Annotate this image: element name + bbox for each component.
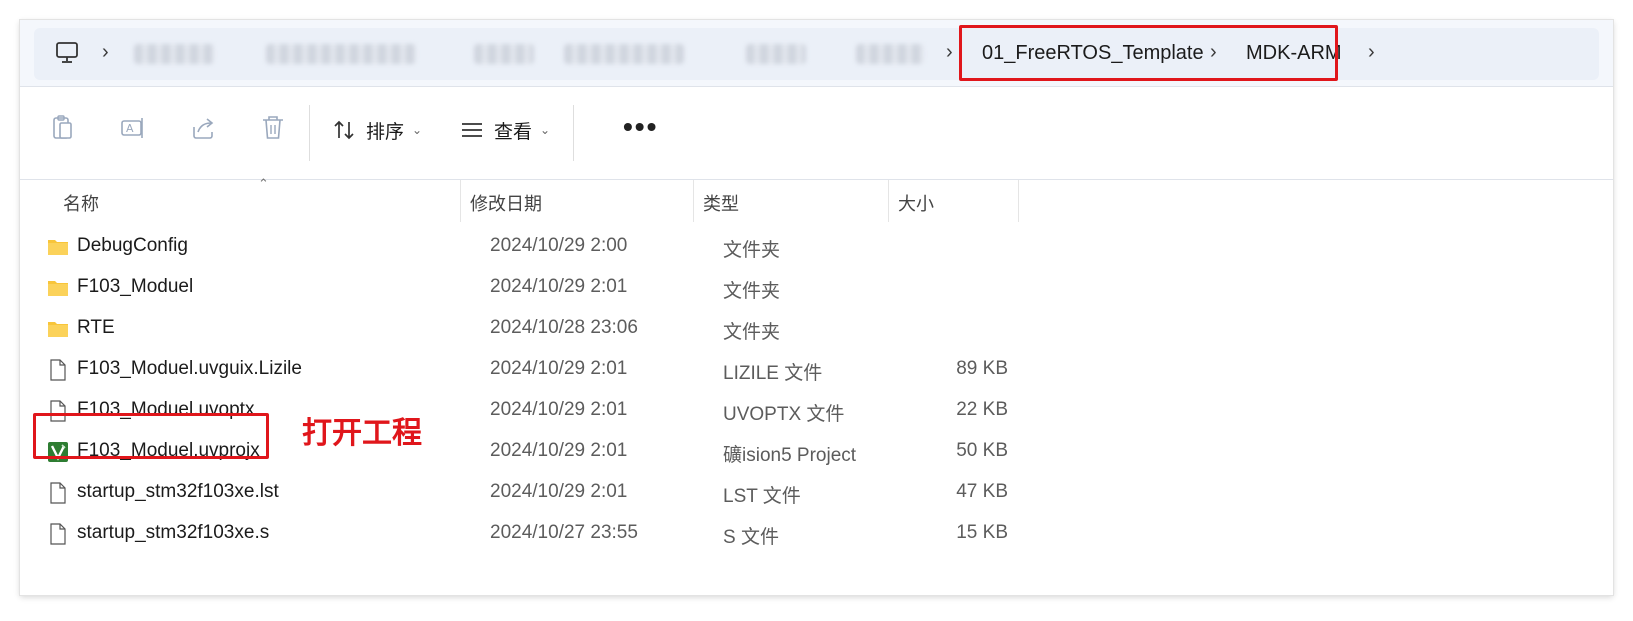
command-bar: A 排序 ⌄ 查看 ⌄ ••• [20,87,1613,180]
file-date: 2024/10/29 2:01 [490,276,628,297]
file-date: 2024/10/29 2:01 [490,440,628,461]
column-header-type[interactable]: 类型 [703,190,739,216]
paste-icon[interactable] [48,113,78,143]
file-date: 2024/10/28 23:06 [490,317,638,338]
view-button[interactable]: 查看 ⌄ [460,115,550,145]
blurred-breadcrumb [474,44,534,64]
sort-button[interactable]: 排序 ⌄ [332,115,422,145]
list-item[interactable]: startup_stm32f103xe.s 2024/10/27 23:55 S… [20,513,1613,555]
toolbar-divider [309,105,310,161]
file-date: 2024/10/29 2:01 [490,481,628,502]
file-size: 15 KB [956,522,1008,543]
file-type: LST 文件 [723,486,801,507]
sort-ascending-icon: ⌃ [258,176,269,191]
file-date: 2024/10/27 23:55 [490,522,638,543]
chevron-right-icon[interactable]: › [946,41,953,64]
file-date: 2024/10/29 2:00 [490,235,628,256]
file-icon [50,359,66,381]
blurred-breadcrumb [134,44,214,64]
list-item[interactable]: F103_Moduel 2024/10/29 2:01 文件夹 [20,267,1613,309]
svg-text:A: A [126,122,134,135]
chevron-down-icon: ⌄ [540,123,551,137]
file-type: 文件夹 [723,281,781,302]
file-icon [50,523,66,545]
view-list-icon [462,123,482,137]
chevron-right-icon[interactable]: › [102,41,109,64]
column-header-row: ⌃ 名称 修改日期 类型 大小 [20,176,1613,222]
column-header-name[interactable]: 名称 [63,190,99,216]
file-name: RTE [77,317,115,338]
blurred-breadcrumb [564,44,684,64]
delete-icon[interactable] [258,113,288,143]
list-item[interactable]: DebugConfig 2024/10/29 2:00 文件夹 [20,226,1613,268]
share-icon[interactable] [188,113,218,143]
file-name: DebugConfig [77,235,188,256]
folder-icon [48,240,68,255]
file-type: UVOPTX 文件 [723,404,845,425]
sort-label: 排序 [366,121,405,143]
file-size: 47 KB [956,481,1008,502]
column-divider[interactable] [460,180,461,222]
list-item[interactable]: startup_stm32f103xe.lst 2024/10/29 2:01 … [20,472,1613,514]
column-divider[interactable] [693,180,694,222]
view-label: 查看 [494,121,533,143]
list-item[interactable]: RTE 2024/10/28 23:06 文件夹 [20,308,1613,350]
column-header-size[interactable]: 大小 [898,190,934,216]
file-type: 文件夹 [723,240,781,261]
sort-icon [334,120,354,140]
file-size: 22 KB [956,399,1008,420]
file-name: F103_Moduel [77,276,194,297]
this-pc-icon[interactable] [54,40,80,66]
explorer-window: › › 01_FreeRTOS_Template › MDK-ARM › A 排… [20,20,1613,595]
list-item[interactable]: F103_Moduel.uvguix.Lizile 2024/10/29 2:0… [20,349,1613,391]
file-date: 2024/10/29 2:01 [490,399,628,420]
blurred-breadcrumb [266,44,416,64]
file-type: LIZILE 文件 [723,363,823,384]
file-name: F103_Moduel.uvguix.Lizile [77,358,302,379]
file-size: 89 KB [956,358,1008,379]
file-name: startup_stm32f103xe.s [77,522,270,543]
file-name: startup_stm32f103xe.lst [77,481,279,502]
blurred-breadcrumb [856,44,924,64]
rename-icon[interactable]: A [118,113,148,143]
toolbar-divider [573,105,574,161]
file-date: 2024/10/29 2:01 [490,358,628,379]
address-bar-area: › › 01_FreeRTOS_Template › MDK-ARM › [20,20,1613,87]
column-header-date[interactable]: 修改日期 [470,190,542,216]
column-divider[interactable] [1018,180,1019,222]
annotation-open-project: 打开工程 [302,417,422,450]
highlight-box-project-file [33,413,269,459]
highlight-box-path [959,25,1338,81]
chevron-right-icon[interactable]: › [1368,41,1375,64]
blurred-breadcrumb [746,44,806,64]
file-type: 文件夹 [723,322,781,343]
file-icon [50,482,66,504]
folder-icon [48,322,68,337]
file-type: 礦ision5 Project [723,445,857,466]
address-bar[interactable]: › › 01_FreeRTOS_Template › MDK-ARM › [34,28,1599,80]
column-divider[interactable] [888,180,889,222]
file-type: S 文件 [723,527,779,548]
chevron-down-icon: ⌄ [412,123,423,137]
folder-icon [48,281,68,296]
more-options-button[interactable]: ••• [623,111,658,143]
file-size: 50 KB [956,440,1008,461]
